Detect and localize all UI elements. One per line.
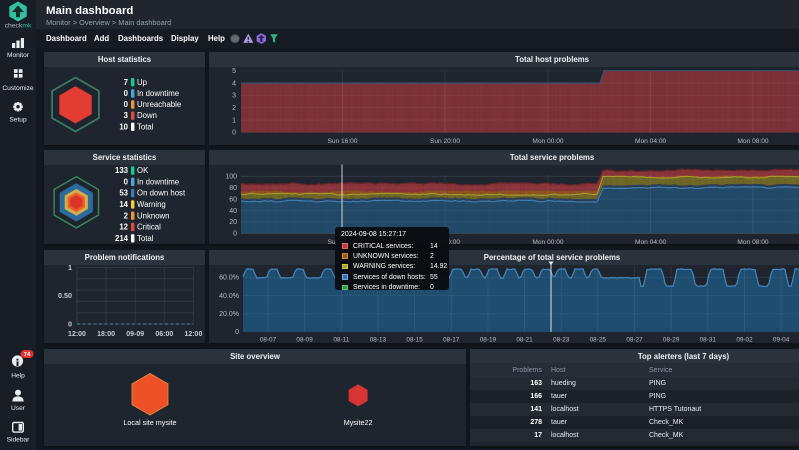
svg-text:06:00: 06:00 bbox=[155, 331, 173, 338]
svg-text:09-04: 09-04 bbox=[773, 336, 790, 343]
svg-text:checkmk: checkmk bbox=[5, 23, 32, 30]
svg-text:133: 133 bbox=[115, 166, 129, 175]
svg-text:0: 0 bbox=[124, 89, 129, 98]
svg-text:0: 0 bbox=[235, 329, 239, 336]
svg-text:09-02: 09-02 bbox=[736, 336, 753, 343]
svg-text:2: 2 bbox=[232, 105, 236, 112]
svg-text:Mysite22: Mysite22 bbox=[344, 418, 373, 427]
svg-text:1: 1 bbox=[232, 117, 236, 124]
svg-text:Mon 08:00: Mon 08:00 bbox=[737, 239, 768, 244]
svg-text:08-19: 08-19 bbox=[480, 336, 497, 343]
svg-text:08-11: 08-11 bbox=[333, 336, 349, 343]
svg-text:Monitor: Monitor bbox=[7, 52, 30, 59]
svg-text:08-25: 08-25 bbox=[590, 336, 607, 343]
svg-text:7: 7 bbox=[124, 78, 128, 87]
svg-text:Sun 16:00: Sun 16:00 bbox=[327, 138, 357, 145]
svg-text:08-27: 08-27 bbox=[626, 336, 643, 343]
svg-text:12:00: 12:00 bbox=[68, 331, 86, 338]
svg-text:08-21: 08-21 bbox=[516, 336, 533, 343]
svg-text:40: 40 bbox=[229, 208, 237, 215]
svg-text:Setup: Setup bbox=[9, 117, 27, 124]
svg-text:3: 3 bbox=[232, 93, 236, 100]
svg-text:20.0%: 20.0% bbox=[219, 311, 239, 318]
svg-text:0: 0 bbox=[124, 100, 129, 109]
svg-text:10: 10 bbox=[119, 122, 128, 131]
svg-text:Total: Total bbox=[137, 234, 154, 243]
svg-text:Mon 04:00: Mon 04:00 bbox=[635, 138, 666, 145]
svg-text:74: 74 bbox=[24, 352, 31, 358]
svg-text:Mon 00:00: Mon 00:00 bbox=[532, 138, 563, 145]
svg-text:5: 5 bbox=[232, 68, 236, 75]
svg-text:3: 3 bbox=[124, 111, 129, 120]
svg-text:Sun 20:00: Sun 20:00 bbox=[430, 138, 460, 145]
svg-text:09-09: 09-09 bbox=[126, 331, 144, 338]
svg-text:In downtime: In downtime bbox=[137, 89, 179, 98]
svg-text:0: 0 bbox=[68, 320, 72, 329]
svg-text:Local site mysite: Local site mysite bbox=[123, 418, 176, 427]
svg-text:60.0%: 60.0% bbox=[219, 275, 239, 282]
svg-text:Sidebar: Sidebar bbox=[7, 437, 31, 444]
svg-text:Down: Down bbox=[137, 111, 157, 120]
svg-text:20: 20 bbox=[229, 219, 237, 226]
svg-text:60: 60 bbox=[229, 196, 237, 203]
svg-text:08-09: 08-09 bbox=[296, 336, 313, 343]
svg-text:08-29: 08-29 bbox=[663, 336, 680, 343]
svg-text:08-13: 08-13 bbox=[370, 336, 387, 343]
svg-text:Warning: Warning bbox=[137, 200, 166, 209]
svg-text:4: 4 bbox=[232, 80, 236, 87]
svg-text:Total: Total bbox=[137, 122, 154, 131]
svg-text:18:00: 18:00 bbox=[97, 331, 115, 338]
svg-text:User: User bbox=[11, 405, 26, 412]
svg-text:2: 2 bbox=[124, 211, 129, 220]
svg-text:0.50: 0.50 bbox=[58, 291, 72, 300]
svg-text:100: 100 bbox=[225, 174, 237, 181]
svg-text:Unreachable: Unreachable bbox=[137, 100, 181, 109]
svg-text:In downtime: In downtime bbox=[137, 177, 179, 186]
svg-text:Mon 08:00: Mon 08:00 bbox=[737, 138, 768, 145]
svg-text:Critical: Critical bbox=[137, 223, 161, 232]
svg-text:08-23: 08-23 bbox=[553, 336, 570, 343]
svg-text:Mon 00:00: Mon 00:00 bbox=[532, 239, 563, 244]
svg-text:08-07: 08-07 bbox=[260, 336, 277, 343]
svg-text:08-15: 08-15 bbox=[406, 336, 423, 343]
svg-text:0: 0 bbox=[124, 177, 129, 186]
svg-text:On down host: On down host bbox=[137, 189, 186, 198]
svg-text:Help: Help bbox=[11, 373, 25, 380]
svg-text:14: 14 bbox=[119, 200, 128, 209]
svg-text:08-31: 08-31 bbox=[700, 336, 717, 343]
svg-text:OK: OK bbox=[137, 166, 149, 175]
svg-text:214: 214 bbox=[115, 234, 129, 243]
svg-text:Mon 04:00: Mon 04:00 bbox=[635, 239, 666, 244]
svg-text:12: 12 bbox=[119, 223, 128, 232]
svg-text:Unknown: Unknown bbox=[137, 211, 170, 220]
svg-text:Up: Up bbox=[137, 78, 148, 87]
svg-text:Customize: Customize bbox=[2, 85, 33, 92]
svg-text:0: 0 bbox=[233, 231, 237, 238]
svg-text:80: 80 bbox=[229, 185, 237, 192]
svg-text:1: 1 bbox=[68, 263, 72, 272]
svg-text:12:00: 12:00 bbox=[184, 331, 202, 338]
svg-text:0: 0 bbox=[232, 130, 236, 137]
svg-text:40.0%: 40.0% bbox=[219, 293, 239, 300]
svg-text:08-17: 08-17 bbox=[443, 336, 460, 343]
svg-text:53: 53 bbox=[119, 189, 128, 198]
